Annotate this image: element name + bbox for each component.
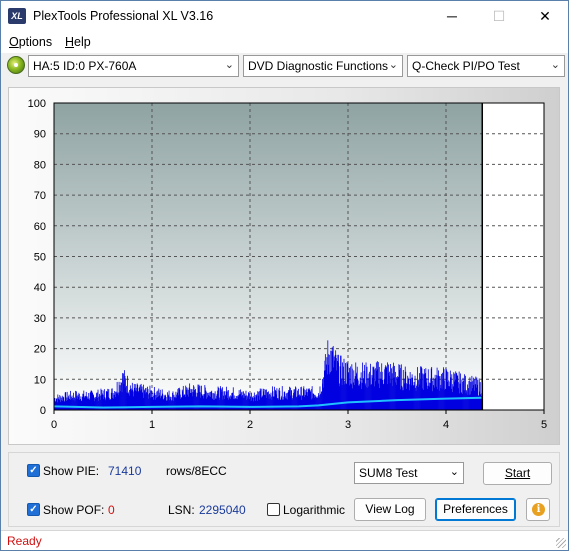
show-pie-label: Show PIE:: [43, 464, 100, 478]
app-logo-icon: XL: [8, 8, 26, 24]
resize-grip[interactable]: [556, 538, 566, 548]
logarithmic-label: Logarithmic: [283, 503, 346, 517]
info-icon: i: [532, 503, 545, 516]
show-pof-checkbox[interactable]: ✓: [27, 503, 40, 516]
y-tick-label: 50: [34, 252, 46, 264]
sum8-test-value: SUM8 Test: [359, 466, 418, 480]
app-window: XL PlexTools Professional XL V3.16 ─ ☐ ✕…: [0, 0, 569, 551]
chevron-down-icon: ⌄: [550, 59, 560, 71]
start-button-label: Start: [504, 466, 531, 480]
lsn-label: LSN:: [168, 503, 195, 517]
status-text: Ready: [7, 534, 42, 548]
toolbar: HA:5 ID:0 PX-760A ⌄ DVD Diagnostic Funct…: [1, 53, 568, 80]
lsn-value: 2295040: [199, 503, 246, 517]
pof-value: 0: [108, 503, 115, 517]
sum8-test-select[interactable]: SUM8 Test ⌄: [354, 462, 464, 484]
maximize-button: ☐: [492, 8, 506, 24]
chart-panel: 100 90 80 70 60 50 40 30 20 10 0 0 1 2 3 4 5: [8, 87, 560, 445]
rows-label: rows/8ECC: [166, 464, 227, 478]
y-tick-label: 80: [34, 159, 46, 171]
function-select-value: DVD Diagnostic Functions: [248, 59, 389, 73]
y-tick-label: 100: [28, 98, 46, 110]
view-log-button[interactable]: View Log: [354, 498, 426, 521]
test-select-value: Q-Check PI/PO Test: [412, 59, 520, 73]
y-tick-label: 40: [34, 282, 46, 294]
window-title: PlexTools Professional XL V3.16: [33, 9, 214, 23]
view-log-label: View Log: [365, 502, 415, 516]
chevron-down-icon: ⌄: [224, 59, 234, 71]
pie-value: 71410: [108, 464, 142, 478]
test-select[interactable]: Q-Check PI/PO Test ⌄: [407, 55, 565, 77]
drive-select-value: HA:5 ID:0 PX-760A: [33, 59, 137, 73]
start-button[interactable]: Start: [483, 462, 552, 485]
x-tick-label: 1: [149, 419, 155, 431]
menu-help[interactable]: Help: [65, 35, 91, 49]
y-tick-label: 60: [34, 221, 46, 233]
y-tick-label: 70: [34, 190, 46, 202]
minimize-button[interactable]: ─: [429, 1, 475, 32]
pi-po-chart: 10090807060504030201000 1 2 3 4 5: [28, 98, 547, 431]
preferences-button[interactable]: Preferences: [435, 498, 516, 521]
info-button[interactable]: i: [526, 498, 550, 521]
disc-drive-icon: [7, 56, 25, 74]
y-tick-label: 0: [40, 405, 46, 417]
status-bar: Ready: [1, 530, 568, 550]
x-tick-label: 2: [247, 419, 253, 431]
x-tick-label: 4: [443, 419, 449, 431]
x-tick-label: 3: [345, 419, 351, 431]
x-tick-label: 0: [51, 419, 57, 431]
title-bar: XL PlexTools Professional XL V3.16 ─ ☐ ✕: [1, 1, 568, 32]
chevron-down-icon: ⌄: [388, 59, 398, 71]
chevron-down-icon: ⌄: [449, 466, 459, 478]
logarithmic-checkbox[interactable]: [267, 503, 280, 516]
y-tick-label: 90: [34, 129, 46, 141]
controls-panel: ✓ Show PIE: 71410 rows/8ECC SUM8 Test ⌄ …: [8, 452, 560, 527]
drive-select[interactable]: HA:5 ID:0 PX-760A ⌄: [28, 55, 239, 77]
plot-background: [54, 103, 483, 410]
x-tick-label: 5: [541, 419, 547, 431]
y-tick-label: 20: [34, 344, 46, 356]
show-pie-checkbox[interactable]: ✓: [27, 464, 40, 477]
close-button[interactable]: ✕: [522, 1, 568, 32]
show-pof-label: Show POF:: [43, 503, 105, 517]
y-tick-label: 30: [34, 313, 46, 325]
preferences-label: Preferences: [443, 502, 508, 516]
function-select[interactable]: DVD Diagnostic Functions ⌄: [243, 55, 403, 77]
y-tick-label: 10: [34, 374, 46, 386]
menu-options[interactable]: Options: [9, 35, 52, 49]
menu-bar: Options Help: [1, 32, 568, 53]
